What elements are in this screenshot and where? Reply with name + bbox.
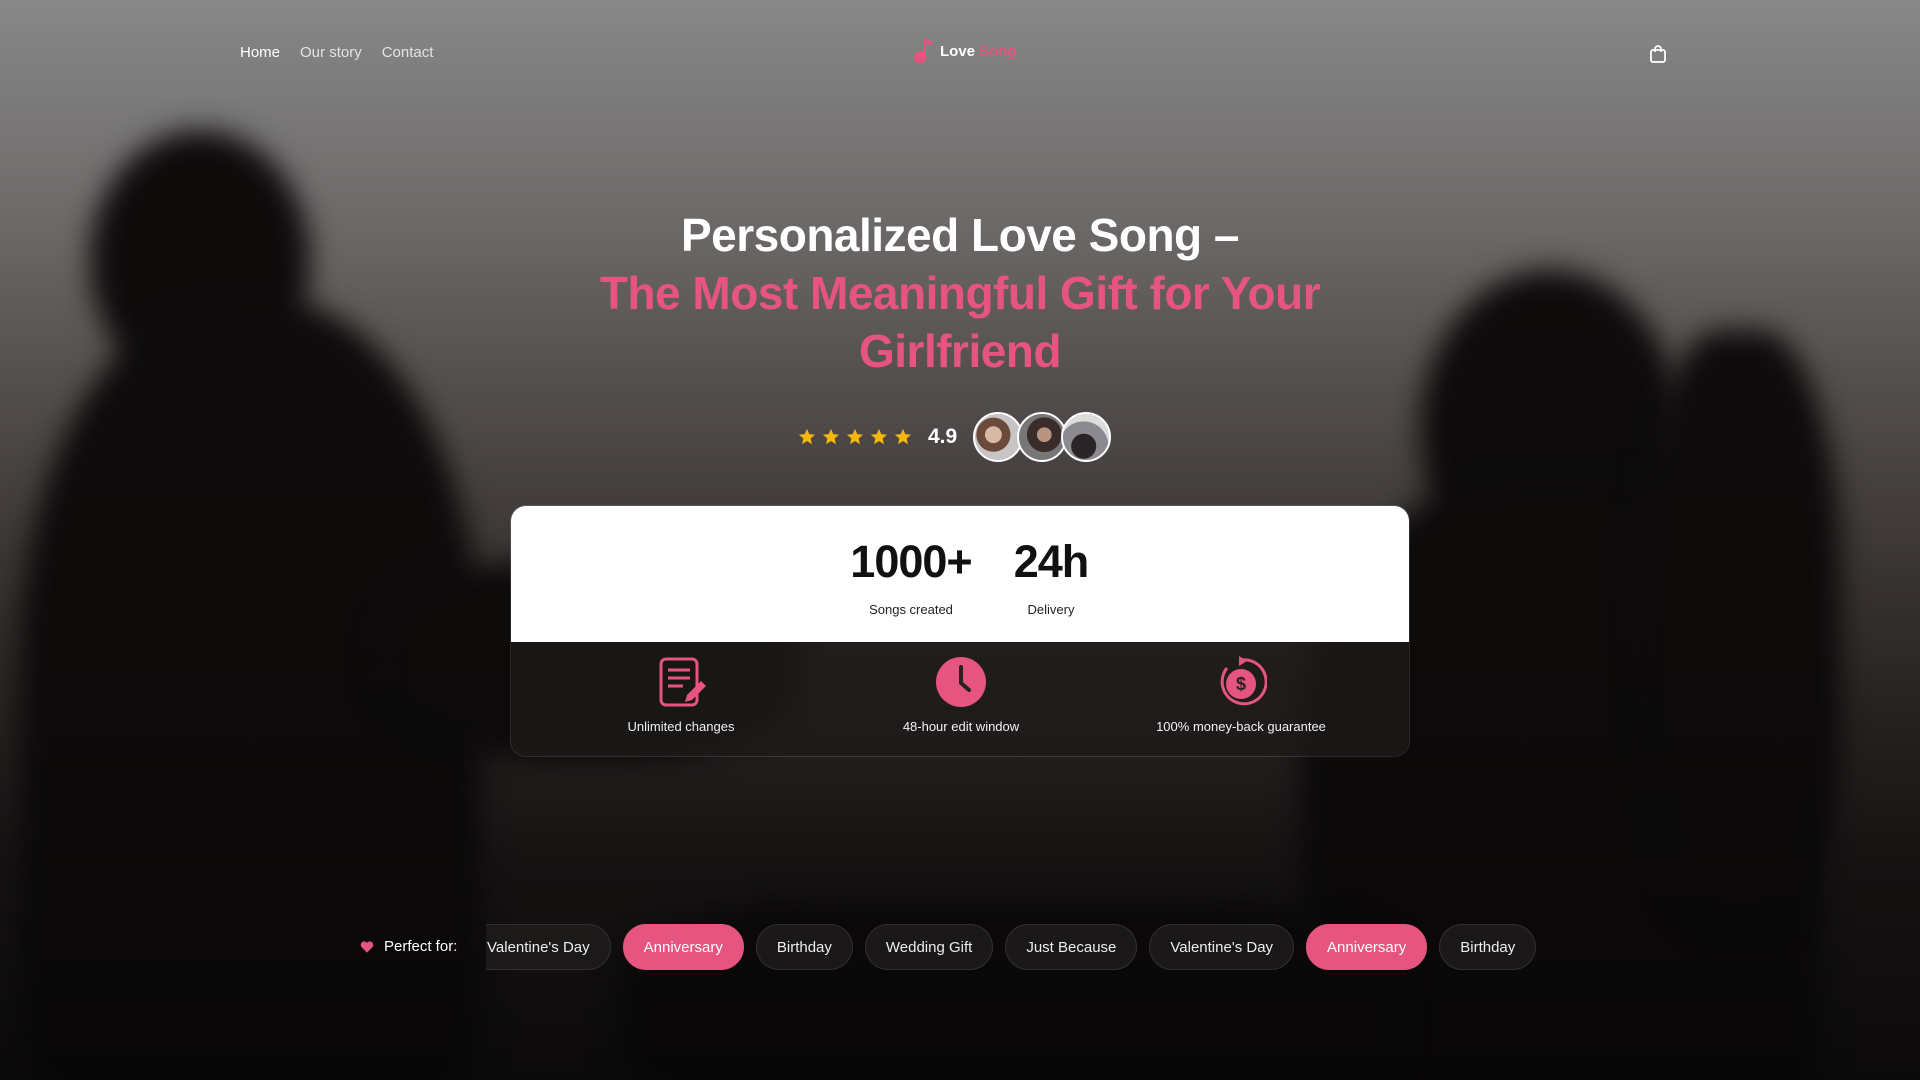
shopping-bag-icon[interactable] [1648,44,1668,64]
perfect-for-text: Perfect for: [384,938,458,955]
logo-word-love: Love [940,42,976,60]
perfect-for-label: Perfect for: [360,938,457,955]
feature-label: 48-hour edit window [902,719,1020,734]
chip-valentines-day[interactable]: Valentine's Day [486,924,611,970]
nav-links: Home Our story Contact [240,44,433,61]
stat-songs-created: 1000+ Songs created [836,536,986,617]
avatar [1017,412,1068,462]
stat-label: Songs created [869,602,953,617]
stats-card: 1000+ Songs created 24h Delivery Unlimit… [510,505,1410,757]
customer-avatars [973,412,1112,462]
occasion-chips: Valentine's Day Anniversary Birthday Wed… [486,924,1537,970]
heart-icon [360,940,374,953]
stat-label: Delivery [1027,602,1075,617]
feature-money-back: $ 100% money-back guarantee [1111,656,1371,734]
hero-title-line2: The Most Meaningful Gift for Your Girlfr… [599,267,1321,377]
feature-label: 100% money-back guarantee [1156,719,1326,734]
top-navigation: Home Our story Contact Love Song [0,0,1920,106]
brand-logo[interactable]: Love Song [910,36,1017,66]
stat-value: 1000+ [850,536,972,587]
chip-just-because[interactable]: Just Because [1005,924,1138,970]
avatar [973,412,1024,462]
nav-link-our-story[interactable]: Our story [300,44,362,61]
nav-link-home[interactable]: Home [240,44,280,61]
stat-delivery: 24h Delivery [991,536,1111,617]
money-back-icon: $ [1220,656,1268,706]
stats-panel: 1000+ Songs created 24h Delivery [511,506,1409,642]
clock-icon [936,657,986,707]
chip-valentines-day[interactable]: Valentine's Day [1149,924,1295,970]
star-icon [894,428,912,445]
star-rating [798,428,912,446]
star-icon [822,428,840,445]
chip-anniversary[interactable]: Anniversary [622,924,744,970]
nav-link-contact[interactable]: Contact [382,44,434,61]
star-icon [870,428,888,445]
rating-row: 4.9 [798,412,1112,462]
chip-wedding-gift[interactable]: Wedding Gift [864,924,994,970]
logo-word-song: Song [979,42,1017,60]
rating-value: 4.9 [928,425,958,448]
features-panel: Unlimited changes 48-hour edit window $ … [511,642,1409,756]
hero-section: Personalized Love Song – The Most Meanin… [0,206,1920,380]
feature-label: Unlimited changes [627,719,735,734]
star-icon [846,428,864,445]
hero-title: Personalized Love Song – The Most Meanin… [0,206,1920,380]
hero-title-line1: Personalized Love Song – [680,209,1240,261]
avatar [1061,412,1112,462]
svg-text:$: $ [1236,674,1246,694]
music-note-icon [914,38,932,64]
occasion-carousel: Valentine's Day Anniversary Birthday Wed… [486,924,1560,970]
feature-unlimited-changes: Unlimited changes [551,656,811,734]
feature-edit-window: 48-hour edit window [831,656,1091,734]
stat-value: 24h [1013,536,1090,587]
chip-birthday[interactable]: Birthday [1439,924,1537,970]
chip-birthday[interactable]: Birthday [755,924,853,970]
star-icon [798,428,816,445]
chip-anniversary[interactable]: Anniversary [1306,924,1428,970]
document-edit-icon [659,657,706,707]
